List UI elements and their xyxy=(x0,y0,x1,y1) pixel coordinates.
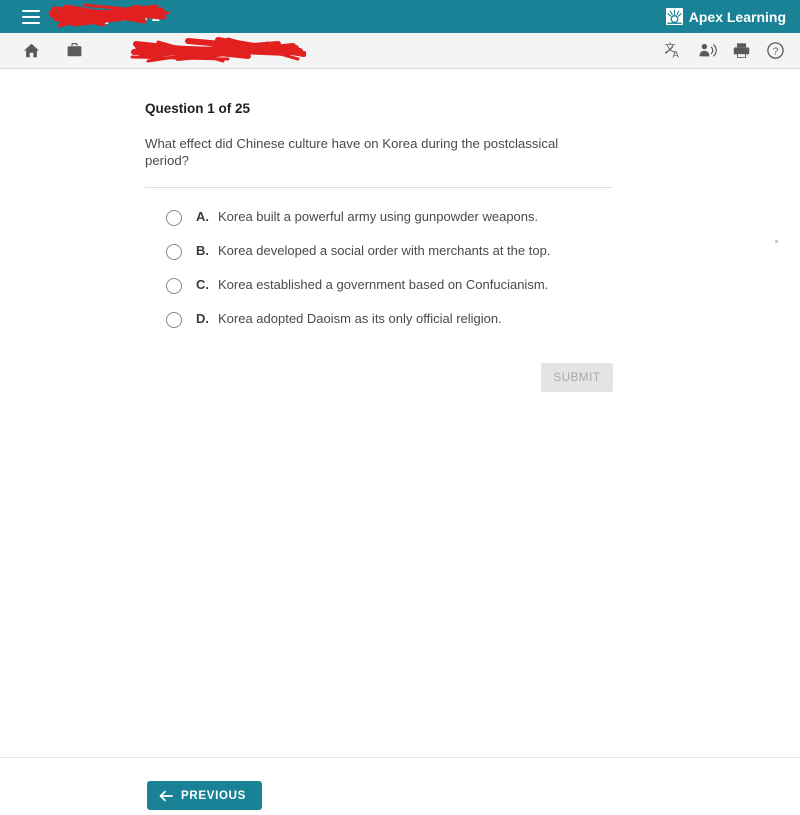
help-circle-icon[interactable]: ? xyxy=(762,38,788,64)
answer-option-d[interactable]: D. Korea adopted Daoism as its only offi… xyxy=(166,311,616,345)
question-heading: Question 1 of 25 xyxy=(145,101,251,116)
answer-option-c[interactable]: C. Korea established a government based … xyxy=(166,277,616,311)
read-aloud-icon[interactable] xyxy=(694,38,720,64)
question-block: Question 1 of 25 What effect did Chinese… xyxy=(145,101,615,170)
translate-icon[interactable]: 文 A xyxy=(660,38,686,64)
question-content-area: Question 1 of 25 What effect did Chinese… xyxy=(0,69,800,757)
question-divider xyxy=(145,187,612,188)
stray-artifact-dot xyxy=(775,240,778,243)
answer-option-a[interactable]: A. Korea built a powerful army using gun… xyxy=(166,209,616,243)
home-icon[interactable] xyxy=(18,38,44,64)
option-letter-a: A. xyxy=(196,209,209,224)
course-title: History Sem 2 xyxy=(62,8,161,25)
course-title-area: History Sem 2 xyxy=(48,0,170,33)
option-letter-c: C. xyxy=(196,277,209,292)
apex-sunburst-logo-icon xyxy=(665,8,683,25)
radio-button-d[interactable] xyxy=(166,312,182,328)
question-prompt: What effect did Chinese culture have on … xyxy=(145,136,559,168)
toolbar-left-group xyxy=(0,36,306,64)
answer-option-b[interactable]: B. Korea developed a social order with m… xyxy=(166,243,616,277)
hamburger-menu-icon[interactable] xyxy=(22,9,40,24)
up-level-arrow-icon[interactable] xyxy=(131,38,157,64)
app-header: History Sem 2 Apex Learning xyxy=(0,0,800,33)
footer-navigation-bar: PREVIOUS xyxy=(0,757,800,815)
answer-options-list: A. Korea built a powerful army using gun… xyxy=(166,209,616,345)
svg-text:A: A xyxy=(672,50,679,61)
option-text-a: Korea built a powerful army using gunpow… xyxy=(218,209,539,224)
previous-button-label: PREVIOUS xyxy=(181,789,247,802)
option-text-c: Korea established a government based on … xyxy=(218,277,549,292)
briefcase-icon[interactable] xyxy=(61,38,87,64)
brand-area: Apex Learning xyxy=(665,0,786,33)
arrow-left-icon xyxy=(159,790,173,801)
svg-text:?: ? xyxy=(772,45,778,57)
option-text-d: Korea adopted Daoism as its only officia… xyxy=(218,311,502,326)
brand-name: Apex Learning xyxy=(688,8,786,25)
toolbar-right-group: 文 A ? xyxy=(660,38,788,64)
option-text-b: Korea developed a social order with merc… xyxy=(218,243,551,258)
option-letter-b: B. xyxy=(196,243,209,258)
secondary-toolbar: 文 A ? xyxy=(0,33,800,69)
radio-button-c[interactable] xyxy=(166,278,182,294)
option-letter-d: D. xyxy=(196,311,209,326)
print-icon[interactable] xyxy=(728,38,754,64)
radio-button-a[interactable] xyxy=(166,210,182,226)
radio-button-b[interactable] xyxy=(166,244,182,260)
submit-button[interactable]: SUBMIT xyxy=(541,363,613,392)
previous-button[interactable]: PREVIOUS xyxy=(147,781,263,810)
